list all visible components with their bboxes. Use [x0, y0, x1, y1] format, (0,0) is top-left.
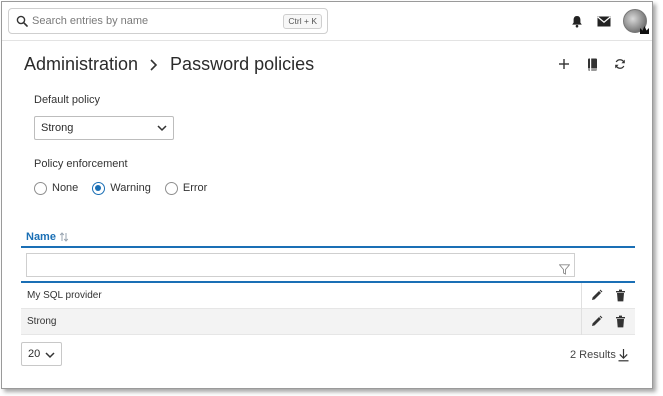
column-header-name[interactable]: Name	[26, 231, 69, 243]
policy-enforcement-group: None Warning Error	[34, 181, 221, 195]
app-window: Ctrl + K Administration Password policie…	[1, 1, 653, 389]
edit-icon[interactable]	[590, 289, 603, 302]
radio-warning[interactable]: Warning	[92, 181, 151, 195]
radio-warning-indicator[interactable]	[92, 181, 106, 195]
refresh-icon[interactable]	[612, 56, 628, 72]
search-input[interactable]	[32, 12, 282, 30]
delete-icon[interactable]	[614, 315, 627, 328]
download-icon[interactable]	[617, 348, 630, 362]
row-name: My SQL provider	[27, 290, 102, 301]
row-name: Strong	[27, 316, 57, 327]
column-header-label: Name	[26, 231, 56, 243]
row-actions	[581, 283, 635, 309]
breadcrumb: Administration Password policies	[24, 54, 314, 75]
table-row[interactable]: Strong	[21, 309, 635, 335]
book-icon[interactable]	[584, 56, 600, 72]
row-actions	[581, 309, 635, 335]
delete-icon[interactable]	[614, 289, 627, 302]
radio-error-indicator[interactable]	[164, 181, 178, 195]
radio-none-indicator[interactable]	[34, 181, 47, 195]
bell-icon[interactable]	[569, 13, 585, 29]
sort-icon	[59, 232, 69, 242]
user-avatar[interactable]	[623, 9, 649, 34]
radio-none-label: None	[52, 182, 79, 194]
filter-icon[interactable]	[559, 264, 570, 275]
chevron-right-icon	[150, 58, 158, 71]
table-row[interactable]: My SQL provider	[21, 283, 635, 309]
radio-warning-label: Warning	[110, 182, 151, 194]
radio-error-label: Error	[182, 182, 208, 194]
crown-icon	[640, 26, 649, 34]
default-policy-label: Default policy	[34, 94, 101, 106]
shortcut-hint: Ctrl + K	[283, 14, 322, 29]
page-title: Password policies	[170, 54, 315, 74]
edit-icon[interactable]	[590, 315, 603, 328]
radio-error[interactable]: Error	[164, 181, 208, 195]
radio-none[interactable]: None	[34, 181, 79, 195]
page-size-value: 20	[28, 348, 41, 360]
chevron-down-icon	[157, 125, 167, 132]
page-size-select[interactable]: 20	[21, 342, 62, 366]
chevron-down-icon	[45, 352, 55, 359]
filter-row	[21, 248, 635, 282]
name-filter-input[interactable]	[26, 253, 575, 277]
mail-icon[interactable]	[596, 13, 612, 29]
policy-enforcement-label: Policy enforcement	[34, 158, 128, 170]
top-bar: Ctrl + K	[2, 2, 652, 41]
plus-icon[interactable]	[556, 56, 572, 72]
breadcrumb-parent[interactable]: Administration	[24, 54, 138, 75]
search-icon	[16, 15, 28, 27]
default-policy-select[interactable]: Strong	[34, 116, 174, 140]
default-policy-value: Strong	[41, 122, 74, 134]
search-box[interactable]: Ctrl + K	[8, 8, 328, 34]
results-count: 2 Results	[570, 349, 616, 361]
